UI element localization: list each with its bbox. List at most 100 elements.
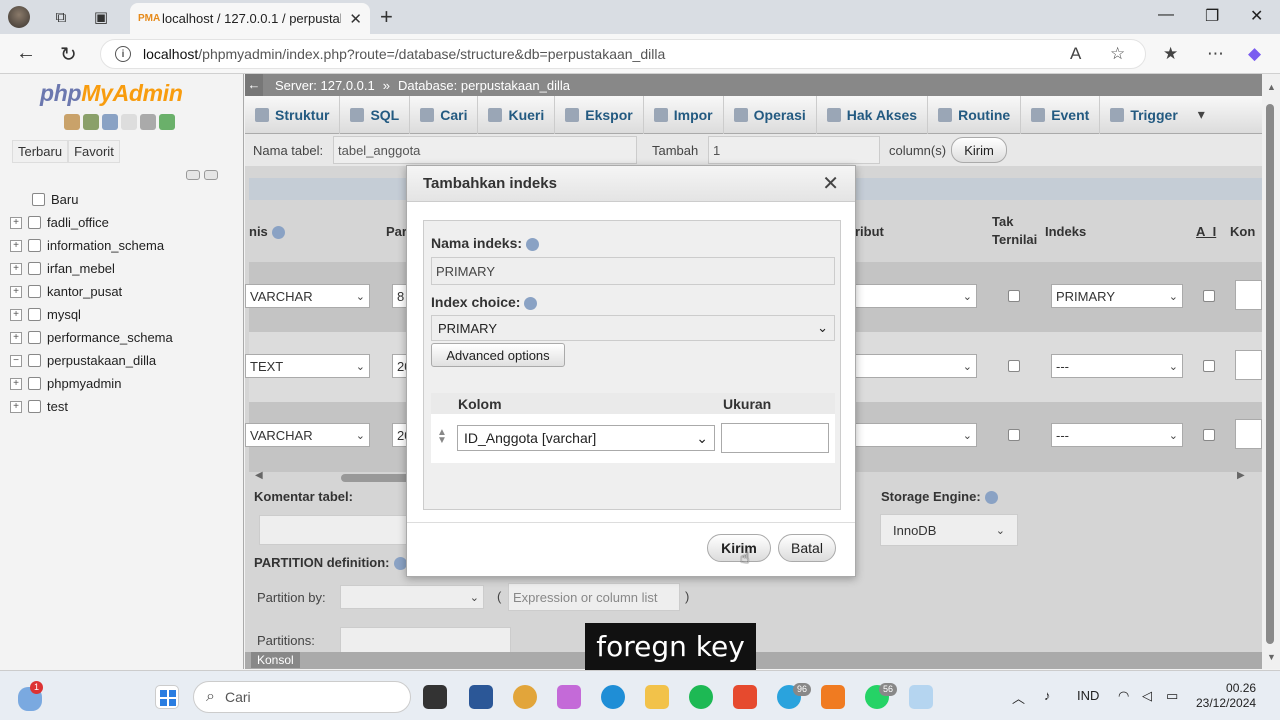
scroll-thumb[interactable] xyxy=(341,474,411,482)
comment-input[interactable] xyxy=(1235,350,1262,380)
tree-database[interactable]: + mysql xyxy=(10,303,173,326)
home-icon[interactable] xyxy=(64,114,80,130)
xampp-icon[interactable] xyxy=(821,685,845,709)
null-checkbox[interactable] xyxy=(1008,290,1020,302)
tab-close-icon[interactable]: ✕ xyxy=(349,10,362,28)
back-icon[interactable]: ← xyxy=(16,42,36,65)
help-icon[interactable] xyxy=(393,557,407,571)
favorites-icon[interactable]: ★ xyxy=(1163,44,1178,64)
tree-database[interactable]: + performance_schema xyxy=(10,326,173,349)
spotify-icon[interactable] xyxy=(689,685,713,709)
minimize-icon[interactable]: — xyxy=(1158,6,1174,24)
scroll-down-icon[interactable]: ▼ xyxy=(1267,652,1276,662)
wps-icon[interactable] xyxy=(733,685,757,709)
add-columns-count[interactable]: 1 xyxy=(708,136,880,164)
index-size-input[interactable] xyxy=(721,423,829,453)
index-choice-select[interactable]: PRIMARY ⌄ xyxy=(431,315,835,341)
null-checkbox[interactable] xyxy=(1008,429,1020,441)
collapse-all-icon[interactable] xyxy=(186,170,200,180)
tab-privileges[interactable]: Hak Akses xyxy=(817,95,929,134)
phpmyadmin-logo[interactable]: phpMyAdmin xyxy=(40,80,183,107)
task-view-icon[interactable] xyxy=(423,685,447,709)
expand-icon[interactable]: + xyxy=(10,285,22,298)
dialog-cancel-button[interactable]: Batal xyxy=(778,534,836,562)
type-select[interactable]: TEXT ⌄ xyxy=(245,354,370,378)
tree-new-item[interactable]: Baru xyxy=(10,188,173,211)
start-icon[interactable] xyxy=(155,685,179,709)
site-info-icon[interactable]: i xyxy=(115,46,131,62)
more-menu-icon[interactable]: ⋯ xyxy=(1207,44,1224,64)
restore-icon[interactable]: ❐ xyxy=(1205,6,1219,26)
collapse-nav-icon[interactable]: ← xyxy=(245,74,263,96)
tree-database[interactable]: + kantor_pusat xyxy=(10,280,173,303)
partition-expression-input[interactable]: Expression or column list xyxy=(508,583,680,611)
copilot-icon[interactable]: ◆ xyxy=(1248,44,1261,64)
dialog-submit-button[interactable]: Kirim xyxy=(707,534,771,562)
read-aloud-icon[interactable]: A xyxy=(1070,44,1081,64)
tree-database[interactable]: + irfan_mebel xyxy=(10,257,173,280)
partitions-input[interactable] xyxy=(340,627,511,655)
tab-actions-icon[interactable]: ▣ xyxy=(90,6,112,28)
profile-avatar[interactable] xyxy=(8,6,30,28)
storage-engine-select[interactable]: InnoDB ⌄ xyxy=(880,514,1018,546)
vertical-scroll-thumb[interactable] xyxy=(1266,104,1274,644)
scroll-right-icon[interactable]: ▶ xyxy=(1237,470,1245,481)
console-label[interactable]: Konsol xyxy=(251,652,300,668)
index-name-input[interactable]: PRIMARY xyxy=(431,257,835,285)
tab-triggers[interactable]: Trigger xyxy=(1100,96,1187,134)
null-checkbox[interactable] xyxy=(1008,360,1020,372)
edge-icon[interactable] xyxy=(601,685,625,709)
settings-gear-icon[interactable] xyxy=(140,114,156,130)
expand-icon[interactable]: + xyxy=(10,216,22,229)
breadcrumb-server[interactable]: Server: 127.0.0.1 xyxy=(263,78,375,93)
battery-icon[interactable]: ▭ xyxy=(1166,688,1178,704)
language-indicator[interactable]: IND xyxy=(1077,688,1099,703)
new-tab-icon[interactable]: + xyxy=(380,4,393,30)
docs-icon[interactable] xyxy=(121,114,137,130)
attribute-select[interactable]: ⌄ xyxy=(855,354,977,378)
index-select[interactable]: --- ⌄ xyxy=(1051,423,1183,447)
dialog-close-icon[interactable]: ✕ xyxy=(822,171,839,196)
tree-database[interactable]: + fadli_office xyxy=(10,211,173,234)
volume-icon[interactable]: ◁ xyxy=(1142,688,1152,704)
table-comment-input[interactable] xyxy=(259,515,409,545)
help-icon[interactable] xyxy=(271,226,285,240)
favorite-star-icon[interactable]: ☆ xyxy=(1110,44,1125,64)
wifi-icon[interactable]: ◠ xyxy=(1118,688,1129,704)
auto-increment-checkbox[interactable] xyxy=(1203,290,1215,302)
drag-handle-icon[interactable]: ▲ ▼ xyxy=(437,428,447,446)
help-icon[interactable] xyxy=(984,491,998,505)
attribute-select[interactable]: ⌄ xyxy=(855,423,977,447)
expand-icon[interactable]: + xyxy=(10,239,22,252)
browser-tab-active[interactable]: PMA localhost / 127.0.0.1 / perpustakaan… xyxy=(130,3,370,34)
help-icon[interactable] xyxy=(102,114,118,130)
tree-database-active[interactable]: − perpustakaan_dilla xyxy=(10,349,173,372)
comment-input[interactable] xyxy=(1235,419,1262,449)
copilot-app-icon[interactable] xyxy=(557,685,581,709)
tree-database[interactable]: + test xyxy=(10,395,173,418)
attribute-select[interactable]: ⌄ xyxy=(855,284,977,308)
auto-increment-checkbox[interactable] xyxy=(1203,429,1215,441)
link-icon[interactable] xyxy=(204,170,218,180)
tray-overflow-icon[interactable]: ︿ xyxy=(1012,688,1025,707)
tab-recent[interactable]: Terbaru xyxy=(12,140,69,163)
tab-import[interactable]: Impor xyxy=(644,95,724,134)
expand-icon[interactable]: + xyxy=(10,262,22,275)
index-column-select[interactable]: ID_Anggota [varchar] ⌄ xyxy=(457,425,715,451)
word-icon[interactable] xyxy=(469,685,493,709)
chrome-icon[interactable] xyxy=(513,685,537,709)
breadcrumb-database[interactable]: Database: perpustakaan_dilla xyxy=(398,78,570,93)
tab-events[interactable]: Event xyxy=(1021,95,1101,134)
expand-icon[interactable]: + xyxy=(10,400,22,413)
url-field[interactable]: i localhost/phpmyadmin/index.php?route=/… xyxy=(100,39,1146,69)
tab-structure[interactable]: Struktur xyxy=(245,95,341,134)
index-select[interactable]: --- ⌄ xyxy=(1051,354,1183,378)
tab-routines[interactable]: Routine xyxy=(928,95,1022,134)
advanced-options-button[interactable]: Advanced options xyxy=(431,343,565,367)
reload-icon[interactable]: ↻ xyxy=(60,42,77,67)
expand-icon[interactable]: + xyxy=(10,377,22,390)
tab-favorites[interactable]: Favorit xyxy=(68,140,120,163)
workspaces-icon[interactable]: ⧉ xyxy=(50,6,72,28)
collapse-icon[interactable]: − xyxy=(10,354,22,367)
reload-nav-icon[interactable] xyxy=(159,114,175,130)
